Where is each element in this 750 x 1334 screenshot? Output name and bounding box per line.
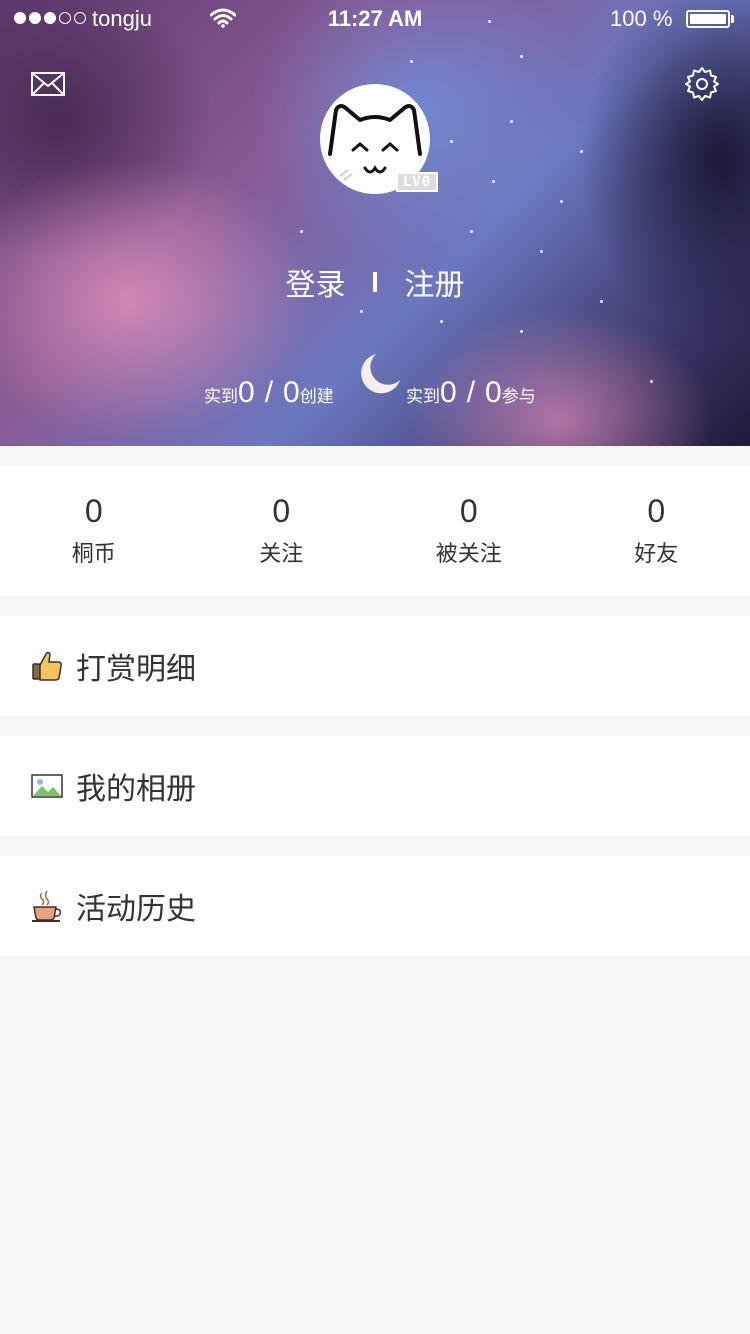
photo-icon: [31, 774, 63, 798]
stat-value: 0: [440, 376, 457, 409]
register-link[interactable]: 注册: [405, 260, 465, 304]
coffee-cup-icon: [32, 890, 62, 922]
stat-value: 0: [238, 376, 255, 409]
created-stats: 实到0/0创建: [204, 376, 334, 410]
thumbs-up-icon: [32, 651, 62, 681]
menu-item-tips[interactable]: 打赏明细: [0, 616, 750, 716]
stat-slash: /: [466, 376, 476, 409]
stat-slash: /: [264, 376, 274, 409]
count-friends[interactable]: 0 好友: [563, 466, 750, 596]
count-followers[interactable]: 0 被关注: [375, 466, 563, 596]
stat-suffix: 参与: [501, 387, 536, 407]
count-following[interactable]: 0 关注: [188, 466, 376, 596]
menu-label: 活动历史: [76, 892, 196, 927]
count-label: 好友: [634, 542, 679, 567]
login-link[interactable]: 登录: [285, 260, 345, 304]
stat-suffix: 创建: [299, 387, 334, 407]
moon-icon: [361, 354, 400, 394]
count-label: 关注: [259, 542, 304, 567]
joined-stats: 实到0/0参与: [406, 376, 536, 410]
gear-icon[interactable]: [684, 66, 720, 102]
count-label: 被关注: [435, 542, 502, 567]
count-coins[interactable]: 0 桐币: [0, 466, 188, 596]
stat-value: 0: [283, 376, 300, 409]
menu-label: 我的相册: [76, 772, 196, 807]
stat-value: 0: [485, 376, 502, 409]
menu-item-album[interactable]: 我的相册: [0, 736, 750, 836]
counts-row: 0 桐币 0 关注 0 被关注 0 好友: [0, 466, 750, 596]
stat-label: 实到: [406, 387, 440, 407]
count-value: 0: [459, 493, 478, 529]
count-value: 0: [272, 493, 291, 529]
stat-label: 实到: [204, 387, 238, 407]
battery-icon: [686, 10, 730, 28]
count-value: 0: [647, 493, 666, 529]
status-bar: tongju 11:27 AM 100 %: [0, 0, 750, 40]
auth-divider: [373, 272, 377, 292]
menu-label: 打赏明细: [76, 652, 196, 687]
auth-links: 登录 注册: [0, 260, 750, 304]
battery-percent: 100 %: [610, 6, 673, 31]
count-value: 0: [84, 493, 103, 529]
level-badge: LV0: [396, 172, 438, 192]
mail-icon[interactable]: [30, 70, 66, 98]
count-label: 桐币: [71, 542, 116, 567]
profile-header: tongju 11:27 AM 100 % LV0 登录 注册 实到0 / 0创…: [0, 0, 750, 446]
menu-item-history[interactable]: 活动历史: [0, 856, 750, 956]
